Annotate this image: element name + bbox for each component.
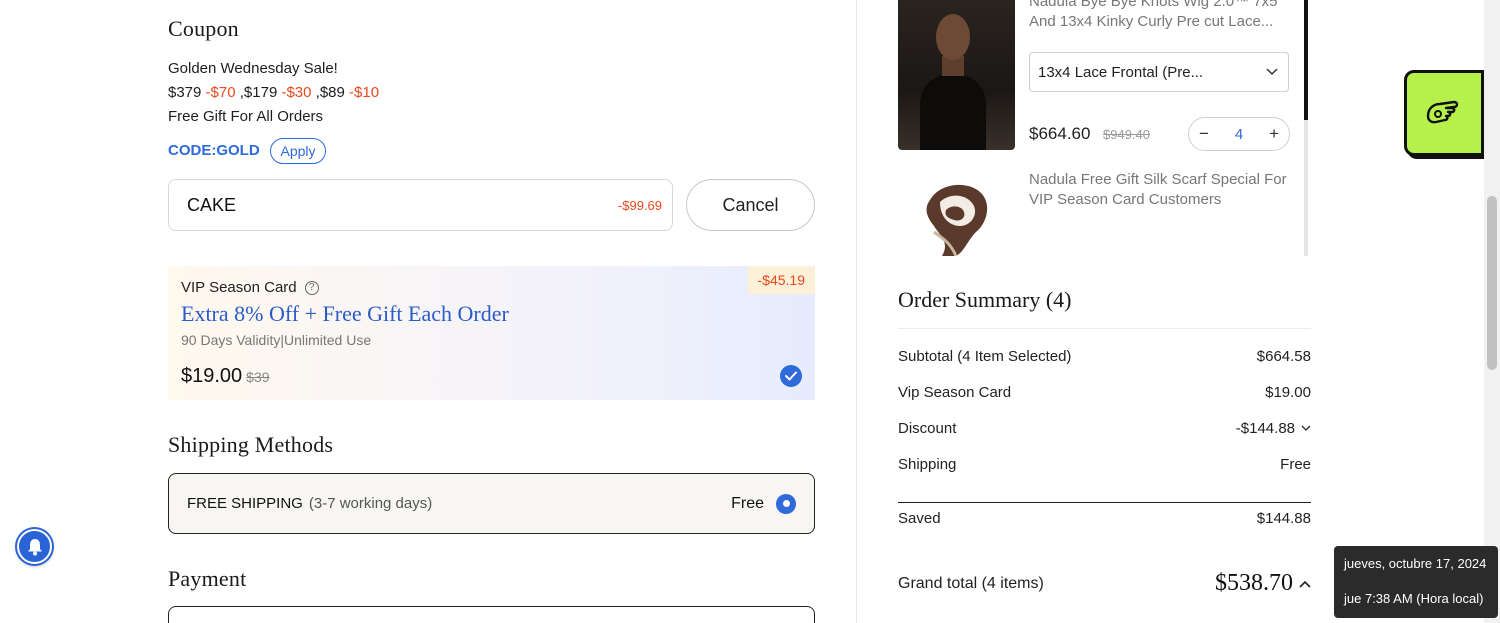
qty-decrement-button[interactable]: − [1199,124,1209,144]
vip-card-name-label: VIP Season Card [181,279,297,296]
vip-checkbox-checked-icon[interactable] [780,365,802,387]
tier-threshold: $179 [243,84,278,101]
column-divider [856,0,857,623]
coupon-input-value[interactable]: CAKE [187,195,618,216]
cart-scrollbar-thumb[interactable] [1304,0,1308,120]
coupon-heading: Coupon [168,16,239,41]
vip-price-current: $19.00 [181,365,243,387]
floating-promo-button[interactable] [1404,70,1484,156]
coupon-code-input[interactable]: CAKE -$99.69 [168,179,673,231]
summary-row-discount[interactable]: Discount -$144.88 [898,420,1311,437]
gift-scarf-image [926,184,988,256]
payment-option-box[interactable] [168,606,815,623]
order-summary-heading: Order Summary (4) [898,287,1072,312]
summary-row-value: -$144.88 [1235,420,1295,437]
variant-select[interactable]: 13x4 Lace Frontal (Pre... [1029,52,1289,92]
shipping-method-name: FREE SHIPPING [187,495,303,512]
summary-row-label: Shipping [898,456,957,473]
summary-row-value: $664.58 [1256,348,1311,365]
summary-row-subtotal: Subtotal (4 Item Selected) $664.58 [898,348,1311,365]
summary-row-label: Discount [898,420,957,437]
coupon-input-discount: -$99.69 [617,197,662,213]
coupon-code-label: CODE:GOLD [168,142,260,159]
summary-row-shipping: Shipping Free [898,456,1311,473]
vip-price: $19.00 $39 [181,365,270,388]
tooltip-time: jue 7:38 AM (Hora local) [1344,591,1484,606]
saved-label: Saved [898,510,941,527]
grand-total-label: Grand total (4 items) [898,574,1044,592]
gift-title: Nadula Free Gift Silk Scarf Special For … [1029,171,1287,208]
shipping-radio-selected[interactable] [776,493,796,514]
product-image[interactable] [898,0,1015,150]
cancel-coupon-button[interactable]: Cancel [686,179,815,231]
tooltip-date: jueves, octubre 17, 2024 [1344,556,1487,571]
tier-threshold: $89 [319,84,345,101]
grand-total-row[interactable]: Grand total (4 items) $538.70 [898,570,1311,597]
summary-row-label: Vip Season Card [898,384,1012,401]
bell-icon [27,538,42,555]
promo-tiers: $379 -$70 ,$179 -$30 ,$89 -$10 [168,84,379,101]
notification-bell-button[interactable] [17,529,52,564]
quantity-stepper[interactable]: − 4 + [1188,117,1290,151]
page-scrollbar-thumb[interactable] [1487,196,1497,370]
vip-season-card[interactable]: -$45.19 VIP Season Card ? Extra 8% Off +… [168,266,815,400]
tier-discount: -$30 [281,84,312,101]
shipping-methods-heading: Shipping Methods [168,432,334,457]
summary-row-vip: Vip Season Card $19.00 [898,384,1311,401]
product-title[interactable]: Nadula Bye Bye Knots Wig 2.0™ 7x5 And 13… [1029,0,1291,32]
grand-total-expander[interactable]: $538.70 [1215,570,1311,597]
summary-row-saved: Saved $144.88 [898,510,1311,527]
shipping-method-days: (3-7 working days) [308,495,433,512]
apply-coupon-button[interactable]: Apply [270,138,326,164]
summary-row-value: $19.00 [1265,384,1311,401]
gift-line: Free Gift For All Orders [168,108,324,125]
vip-savings-badge: -$45.19 [747,266,815,294]
summary-row-label: Subtotal (4 Item Selected) [898,348,1072,365]
qty-value[interactable]: 4 [1235,126,1243,143]
discount-expander[interactable]: -$144.88 [1236,420,1311,437]
summary-total-divider [898,502,1311,503]
promo-title: Golden Wednesday Sale! [168,60,338,77]
product-price: $664.60 [1029,124,1091,143]
payment-heading: Payment [168,566,247,591]
vip-headline: Extra 8% Off + Free Gift Each Order [181,301,509,326]
vip-price-old: $39 [246,369,270,385]
vip-card-name: VIP Season Card ? [181,279,319,296]
tier-discount: -$70 [205,84,236,101]
chevron-down-icon [1301,425,1311,431]
variant-select-value: 13x4 Lace Frontal (Pre... [1038,63,1204,81]
tier-threshold: $379 [168,84,202,101]
chevron-down-icon [1266,68,1278,76]
summary-row-value: Free [1280,456,1311,473]
vip-subtitle: 90 Days Validity|Unlimited Use [181,332,372,348]
datetime-tooltip: jueves, octubre 17, 2024 jue 7:38 AM (Ho… [1334,546,1498,618]
qty-increment-button[interactable]: + [1269,124,1279,144]
grand-total-value: $538.70 [1215,570,1293,596]
chevron-up-icon [1299,580,1311,588]
product-old-price: $949.40 [1103,127,1150,142]
shipping-method-price: Free [731,494,764,512]
help-icon[interactable]: ? [304,280,319,295]
tier-discount: -$10 [349,84,380,101]
saved-value: $144.88 [1256,510,1311,527]
shipping-option-free[interactable]: FREE SHIPPING (3-7 working days) Free [168,473,815,534]
pointing-hand-icon [1426,100,1459,124]
summary-divider [898,328,1311,329]
